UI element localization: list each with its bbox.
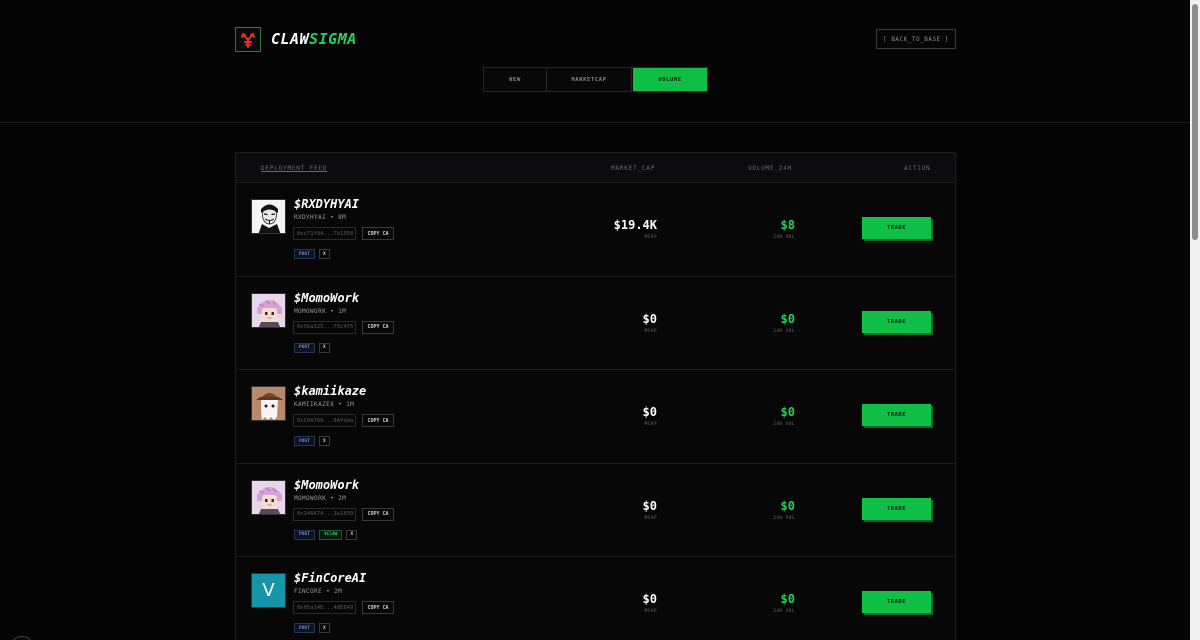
sort-tabs: NEW MARKETCAP VOLUME [483, 67, 708, 92]
table-row: $RXDYHYAI RXDYHYAI • 8M 0xc71f94...7b155… [236, 183, 955, 277]
table-row: $MomoWork MOMOWORK • 1M 0x56a325...f5c47… [236, 277, 955, 370]
letter-v-avatar[interactable]: V [251, 573, 286, 608]
table-row: $MomoWork MOMOWORK • 2M 0x146A74...1e183… [236, 464, 955, 557]
x-link-tag[interactable]: X [346, 529, 358, 540]
mask-icon[interactable] [251, 199, 286, 234]
table-row: $kamiikaze KAMIIKAZEX • 1M 0xC0A768...8A… [236, 370, 955, 464]
market-cap-value: $0 [642, 498, 657, 513]
token-ticker[interactable]: $RXDYHYAI [294, 197, 359, 211]
contract-address: 0x146A74...1e1839 [293, 507, 356, 521]
tag-group: POST X [294, 342, 330, 353]
x-link-tag[interactable]: X [318, 249, 330, 259]
trade-button[interactable]: TRADE [862, 404, 931, 426]
tab-marketcap[interactable]: MARKETCAP [547, 68, 632, 91]
volume-label: 24H VOL [773, 328, 795, 334]
4claw-tag[interactable]: 4CLAW [318, 529, 343, 540]
anime-avatar-icon[interactable] [251, 292, 286, 328]
floating-circle-button[interactable] [10, 636, 34, 640]
market-cap-label: MCAP [644, 328, 657, 334]
volume-label: 24H VOL [773, 422, 795, 427]
market-cap-label: MCAP [644, 422, 657, 427]
brand-logo-text[interactable]: CLAWSIGMA [271, 30, 357, 48]
tab-new[interactable]: NEW [484, 68, 547, 91]
header-deployment-feed[interactable]: DEPLOYMENT_FEED [261, 165, 327, 172]
tag-group: POST 4CLAW X [294, 529, 358, 540]
x-link-tag[interactable]: X [318, 342, 330, 353]
volume-value: $0 [780, 311, 795, 326]
copy-ca-button[interactable]: COPY CA [362, 320, 394, 334]
market-cap-label: MCAP [644, 515, 657, 521]
volume-value: $0 [780, 405, 795, 419]
table-header: DEPLOYMENT_FEED MARKET_CAP VOLUME_24H AC… [236, 153, 955, 183]
volume-value: $8 [780, 218, 795, 232]
deployment-feed-table: DEPLOYMENT_FEED MARKET_CAP VOLUME_24H AC… [235, 152, 956, 640]
header-volume: VOLUME_24H [748, 165, 793, 172]
copy-ca-button[interactable]: COPY CA [362, 414, 394, 427]
market-cap-value: $19.4K [613, 218, 657, 232]
tag-group: POST X [294, 623, 330, 633]
back-to-base-button[interactable]: [ BACK_TO_BASE ] [876, 29, 956, 49]
trade-button[interactable]: TRADE [862, 497, 931, 520]
anime-avatar-icon[interactable] [251, 479, 286, 515]
market-cap-label: MCAP [644, 235, 657, 240]
header-action: ACTION [904, 165, 931, 172]
token-ticker[interactable]: $FinCoreAI [294, 571, 366, 585]
post-tag[interactable]: POST [294, 342, 315, 353]
claw-logo-icon[interactable] [235, 27, 261, 52]
tag-group: POST X [294, 436, 330, 446]
brand-part-2: SIGMA [309, 30, 357, 48]
trade-button[interactable]: TRADE [862, 217, 931, 239]
ghost-hat-icon[interactable] [251, 386, 286, 421]
brand-part-1: CLAW [271, 30, 310, 48]
market-cap-value: $0 [642, 405, 657, 419]
market-cap-value: $0 [642, 311, 657, 326]
x-link-tag[interactable]: X [318, 436, 330, 446]
post-tag[interactable]: POST [294, 623, 315, 633]
top-header: CLAWSIGMA [ BACK_TO_BASE ] NEW MARKETCAP… [0, 0, 1190, 123]
header-market-cap: MARKET_CAP [611, 165, 656, 172]
volume-label: 24H VOL [773, 609, 795, 614]
copy-ca-button[interactable]: COPY CA [362, 507, 394, 521]
table-row: V $FinCoreAI FINCORE • 2M 0x05a14D...48E… [236, 557, 955, 640]
token-meta: MOMOWORK • 1M [294, 307, 347, 315]
token-meta: MOMOWORK • 2M [294, 494, 347, 502]
page-scrollbar[interactable] [1190, 0, 1200, 640]
volume-value: $0 [780, 592, 795, 606]
post-tag[interactable]: POST [294, 249, 315, 259]
volume-label: 24H VOL [773, 515, 795, 521]
contract-address: 0xC0A768...8Afdda [293, 414, 356, 427]
token-meta: FINCORE • 2M [294, 588, 343, 595]
trade-button[interactable]: TRADE [862, 310, 931, 333]
token-meta: RXDYHYAI • 8M [294, 214, 347, 221]
tab-volume[interactable]: VOLUME [633, 68, 707, 91]
tag-group: POST X [294, 249, 330, 259]
avatar-letter: V [262, 580, 275, 601]
token-ticker[interactable]: $kamiikaze [294, 384, 366, 398]
post-tag[interactable]: POST [294, 529, 315, 540]
contract-address: 0x56a325...f5c475 [293, 320, 356, 334]
market-cap-value: $0 [642, 592, 657, 606]
token-ticker[interactable]: $MomoWork [294, 291, 359, 305]
volume-label: 24H VOL [773, 235, 795, 240]
scrollbar-thumb[interactable] [1192, 4, 1198, 240]
post-tag[interactable]: POST [294, 436, 315, 446]
copy-ca-button[interactable]: COPY CA [362, 227, 394, 240]
trade-button[interactable]: TRADE [862, 591, 931, 613]
x-link-tag[interactable]: X [318, 623, 330, 633]
token-ticker[interactable]: $MomoWork [294, 478, 359, 492]
market-cap-label: MCAP [644, 609, 657, 614]
contract-address: 0xc71f94...7b1558 [293, 227, 356, 240]
token-meta: KAMIIKAZEX • 1M [294, 401, 355, 408]
copy-ca-button[interactable]: COPY CA [362, 601, 394, 614]
contract-address: 0x05a14D...48E849 [293, 601, 356, 614]
volume-value: $0 [780, 498, 795, 513]
